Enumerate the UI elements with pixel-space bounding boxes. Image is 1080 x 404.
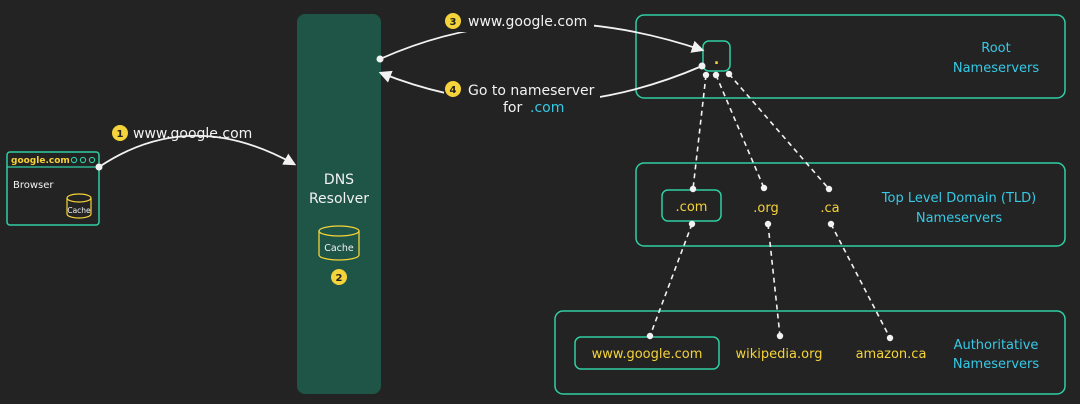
endpoint-dot (702, 71, 710, 79)
step-4-number: 4 (450, 85, 457, 96)
dns-resolution-diagram: google.com Browser Cache DNS Resolver Ca… (6, 8, 1066, 395)
step-4-text-line2-highlight: .com (530, 100, 564, 116)
root-title-line2: Nameservers (953, 61, 1040, 76)
tld-title-line2: Nameservers (916, 211, 1003, 226)
endpoint-dot (886, 334, 894, 342)
tld-title-line1: Top Level Domain (TLD) (881, 191, 1036, 206)
auth-domain-amazon: amazon.ca (856, 347, 927, 362)
browser-url: google.com (11, 156, 70, 166)
endpoint-dot (712, 71, 720, 79)
browser-cache-label: Cache (67, 206, 91, 215)
connector-root-to-org (715, 74, 765, 189)
tld-domain-ca: .ca (820, 201, 839, 216)
connector-root-to-ca (728, 73, 830, 190)
endpoint-dot (725, 70, 733, 78)
step-1-label: 1 www.google.com (112, 125, 252, 142)
endpoint-dot (764, 220, 772, 228)
window-control-icon (70, 156, 78, 164)
root-dot: . (714, 52, 719, 68)
arrow-start-dot (95, 163, 103, 171)
endpoint-dot (760, 184, 768, 192)
root-title-line1: Root (981, 41, 1010, 56)
tld-nameservers-panel: .com .org .ca Top Level Domain (TLD) Nam… (635, 162, 1066, 247)
endpoint-dot (689, 185, 697, 193)
arrow-endpoints (95, 55, 706, 171)
connector-org-to-wikipedia (767, 223, 781, 337)
step-3-text: www.google.com (468, 14, 587, 30)
step-4-text-line2-prefix: for (503, 100, 522, 116)
step-3-label: 3 www.google.com (444, 8, 594, 32)
tld-domain-org: .org (753, 201, 778, 216)
root-panel-frame (635, 14, 1066, 99)
step-4-text-line1: Go to nameserver (468, 83, 595, 99)
endpoint-dot (825, 185, 833, 193)
request-arrows (98, 22, 705, 168)
authoritative-nameservers-panel: www.google.com wikipedia.org amazon.ca A… (554, 310, 1066, 395)
auth-domain-wikipedia: wikipedia.org (736, 347, 823, 362)
authoritative-title-line1: Authoritative (954, 338, 1039, 353)
browser-window: google.com Browser Cache (6, 151, 100, 226)
endpoint-dot (646, 332, 654, 340)
step-3-number: 3 (450, 17, 457, 28)
connector-ca-to-amazon (830, 223, 891, 339)
authoritative-title-line2: Nameservers (953, 357, 1040, 372)
step-1-text: www.google.com (133, 126, 252, 142)
resolver-title-line2: Resolver (309, 191, 369, 207)
window-control-icon (79, 156, 87, 164)
arrow-start-dot (698, 62, 706, 70)
resolver-title-line1: DNS (324, 172, 354, 188)
endpoint-dot (776, 332, 784, 340)
browser-window-controls (70, 156, 96, 164)
connector-root-to-com (692, 74, 707, 190)
dns-resolver: DNS Resolver Cache 2 (297, 14, 381, 394)
resolver-cache-label: Cache (324, 243, 354, 254)
endpoint-dot (688, 220, 696, 228)
step-1-number: 1 (117, 129, 124, 140)
root-nameservers-panel: . Root Nameservers (635, 14, 1066, 99)
browser-label: Browser (13, 180, 54, 191)
endpoint-dot (827, 220, 835, 228)
tld-domain-com: .com (676, 200, 708, 215)
step-2-number: 2 (336, 273, 343, 284)
arrow-start-dot (376, 55, 384, 63)
window-control-icon (88, 156, 96, 164)
connector-com-to-google (649, 223, 693, 337)
step-4-label: 4 Go to nameserver for .com (444, 78, 600, 116)
auth-domain-google: www.google.com (592, 347, 703, 362)
